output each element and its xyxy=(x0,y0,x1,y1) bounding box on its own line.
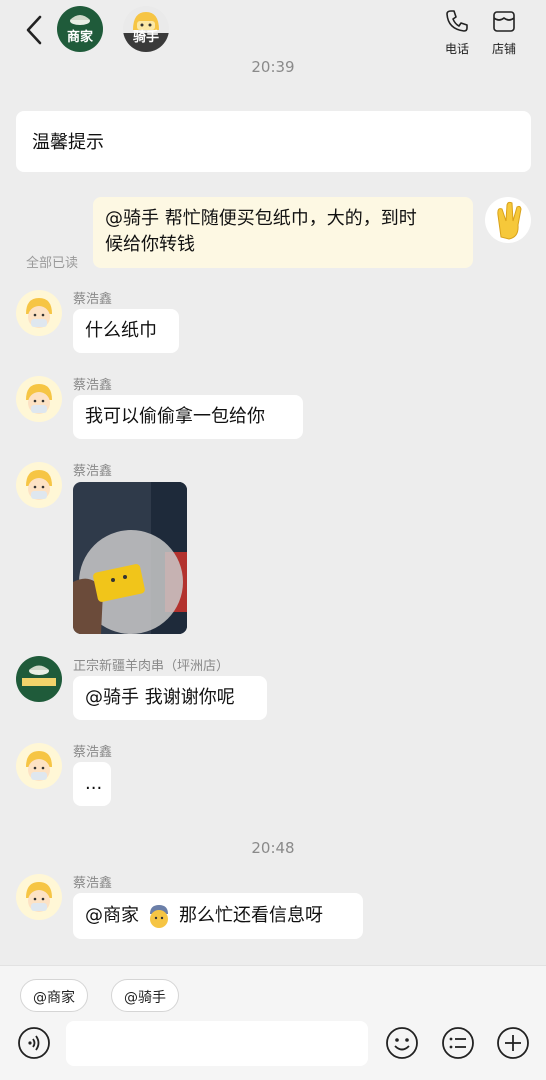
read-status: 全部已读 xyxy=(26,256,79,271)
message-bubble[interactable]: @商家 那么忙还看信息呀 xyxy=(73,893,363,939)
quick-reply-icon[interactable] xyxy=(440,1025,476,1061)
merchant-avatar[interactable] xyxy=(16,656,62,702)
cartoon-emoji-icon xyxy=(150,905,168,928)
emoji-icon[interactable] xyxy=(384,1025,420,1061)
rider-avatar[interactable] xyxy=(16,743,62,789)
sender-name: 蔡浩鑫 xyxy=(73,292,113,307)
sender-name: 蔡浩鑫 xyxy=(73,378,113,393)
message-text-line: 候给你转钱 xyxy=(105,234,195,255)
merchant-logo-icon xyxy=(22,665,56,686)
store-button[interactable]: 店铺 xyxy=(484,8,524,57)
rider-avatar[interactable] xyxy=(16,874,62,920)
rider-face-icon xyxy=(16,290,62,336)
rider-face-icon xyxy=(16,462,62,508)
my-avatar[interactable] xyxy=(485,197,531,243)
merchant-label: 商家 xyxy=(66,30,93,45)
rider-avatar[interactable]: 骑手 xyxy=(123,6,169,52)
rider-avatar[interactable] xyxy=(16,290,62,336)
mention-text: @商家 xyxy=(85,905,139,926)
plus-icon[interactable] xyxy=(495,1025,531,1061)
phone-icon xyxy=(446,10,468,32)
message-text: 那么忙还看信息呀 xyxy=(179,905,323,926)
sender-name: 蔡浩鑫 xyxy=(73,745,113,760)
message-bubble[interactable]: 什么纸巾 xyxy=(73,309,179,353)
cartoon-hand-icon xyxy=(497,201,522,240)
chat-header: 商家 骑手 电话 店铺 xyxy=(0,0,546,60)
rider-avatar[interactable] xyxy=(16,376,62,422)
phone-label: 电话 xyxy=(444,42,469,56)
sender-name: 蔡浩鑫 xyxy=(73,876,113,891)
voice-icon[interactable] xyxy=(16,1025,52,1061)
message-input[interactable] xyxy=(66,1021,368,1066)
rider-face-icon xyxy=(16,874,62,920)
sender-name: 正宗新疆羊肉串（坪洲店） xyxy=(73,659,230,674)
input-bar: @商家 @骑手 xyxy=(0,965,546,1080)
store-label: 店铺 xyxy=(491,42,516,56)
merchant-avatar[interactable]: 商家 xyxy=(57,6,103,52)
message-bubble[interactable]: 我可以偷偷拿一包给你 xyxy=(73,395,303,439)
sender-name: 蔡浩鑫 xyxy=(73,464,113,479)
timestamp: 20:48 xyxy=(251,839,295,857)
rider-face-icon xyxy=(16,743,62,789)
message-bubble[interactable]: ... xyxy=(73,762,111,806)
message-bubble[interactable]: @骑手 我谢谢你呢 xyxy=(73,676,267,720)
mention-rider-chip[interactable]: @骑手 xyxy=(111,979,179,1012)
back-arrow-icon[interactable] xyxy=(20,12,50,48)
rider-face-icon xyxy=(16,376,62,422)
warm-notice[interactable]: 温馨提示 xyxy=(16,111,531,172)
tissue-photo[interactable] xyxy=(73,482,187,634)
rider-avatar[interactable] xyxy=(16,462,62,508)
my-message-bubble[interactable]: @骑手 帮忙随便买包纸巾，大的，到时 候给你转钱 xyxy=(93,197,473,268)
timestamp: 20:39 xyxy=(251,58,295,76)
message-text-line: @骑手 帮忙随便买包纸巾，大的，到时 xyxy=(105,208,417,229)
tissue-pack-photo-icon xyxy=(73,482,187,634)
mention-merchant-chip[interactable]: @商家 xyxy=(20,979,88,1012)
rider-label: 骑手 xyxy=(132,30,159,45)
store-icon xyxy=(493,11,515,32)
phone-button[interactable]: 电话 xyxy=(437,8,477,57)
